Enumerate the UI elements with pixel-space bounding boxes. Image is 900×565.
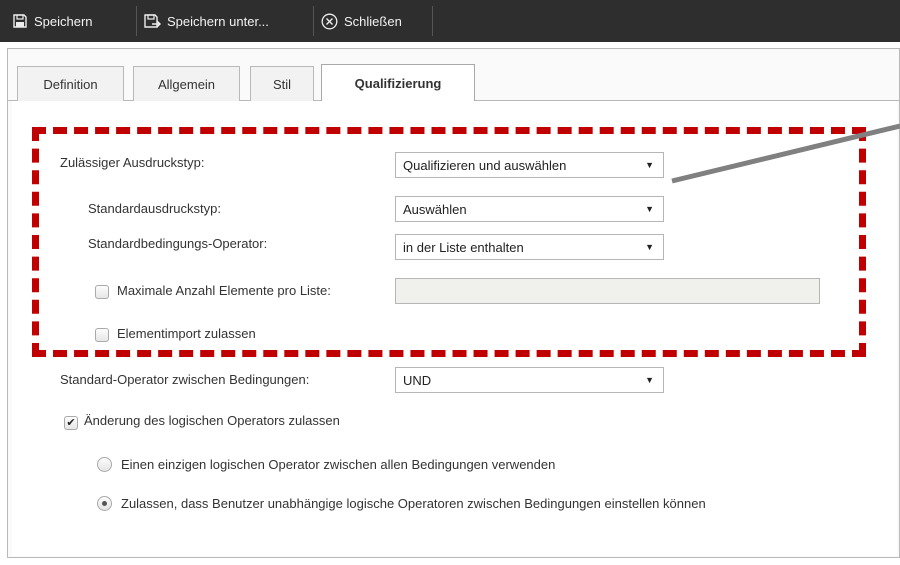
independent-operators-label: Zulassen, dass Benutzer unabhängige logi… xyxy=(121,496,706,511)
independent-operators-radio[interactable] xyxy=(97,496,112,511)
tab-stil[interactable]: Stil xyxy=(250,66,314,101)
save-label: Speichern xyxy=(34,13,93,29)
tab-label: Qualifizierung xyxy=(354,76,442,91)
allow-change-checkbox[interactable]: ✔ xyxy=(64,416,78,430)
toolbar: Speichern Speichern unter... Schließen xyxy=(0,0,900,42)
save-as-label: Speichern unter... xyxy=(167,13,269,29)
toolbar-divider xyxy=(432,6,433,36)
tab-label: Allgemein xyxy=(157,76,216,92)
allow-change-label: Änderung des logischen Operators zulasse… xyxy=(84,413,340,428)
select-value: UND xyxy=(403,372,432,388)
close-label: Schließen xyxy=(344,13,402,29)
save-button[interactable]: Speichern xyxy=(12,0,93,42)
close-button[interactable]: Schließen xyxy=(321,0,402,42)
tab-allgemein[interactable]: Allgemein xyxy=(133,66,240,101)
highlight-box xyxy=(32,127,866,357)
save-as-button[interactable]: Speichern unter... xyxy=(143,0,269,42)
tab-label: Stil xyxy=(272,76,292,92)
operator-between-select[interactable]: UND ▼ xyxy=(395,367,664,393)
tab-definition[interactable]: Definition xyxy=(17,66,124,101)
save-icon xyxy=(13,14,27,28)
chevron-down-icon: ▼ xyxy=(645,375,654,385)
operator-between-label: Standard-Operator zwischen Bedingungen: xyxy=(60,372,310,387)
toolbar-divider xyxy=(136,6,137,36)
single-operator-label: Einen einzigen logischen Operator zwisch… xyxy=(121,457,556,472)
single-operator-radio[interactable] xyxy=(97,457,112,472)
checkmark-icon: ✔ xyxy=(66,416,76,429)
tab-label: Definition xyxy=(43,76,98,92)
toolbar-divider xyxy=(313,6,314,36)
close-circle-icon xyxy=(321,13,338,29)
save-as-icon xyxy=(144,14,161,28)
tab-qualifizierung[interactable]: Qualifizierung xyxy=(321,64,475,102)
